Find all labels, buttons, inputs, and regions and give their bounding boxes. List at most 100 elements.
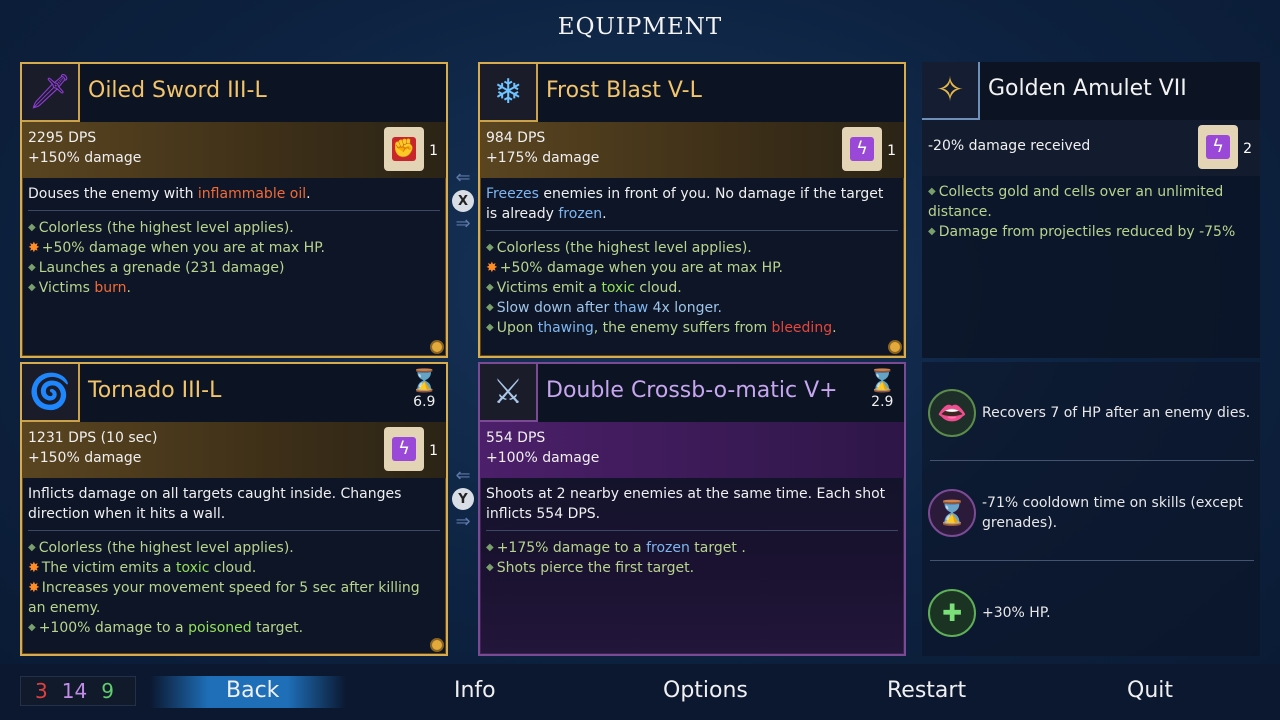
skill-swap-indicator: ⇐ Y ⇒ — [450, 465, 476, 532]
divider — [486, 530, 898, 531]
dps-value: 554 DPS — [486, 430, 546, 446]
divider — [486, 230, 898, 231]
item-description: Freezes enemies in front of you. No dama… — [486, 186, 884, 222]
quit-button[interactable]: Quit — [1127, 678, 1173, 703]
sword-icon: 🗡 — [22, 64, 80, 122]
affix-item: ◆ Colorless (the highest level applies). — [486, 240, 752, 256]
damage-bonus: +150% damage — [28, 450, 142, 466]
cooldown-display: ⌛ 2.9 — [868, 369, 896, 411]
scroll-count: 1 — [429, 443, 438, 459]
tactics-scroll-icon: ϟ2 — [1198, 125, 1252, 169]
affix-item: ✸ +50% damage when you are at max HP. — [486, 260, 783, 276]
skill-card-primary[interactable]: 🌀 Tornado III-L ⌛ 6.9 1231 DPS (10 sec) … — [20, 362, 448, 656]
mutation-item[interactable]: ✚ +30% HP. — [924, 570, 1260, 656]
weapon-swap-indicator: ⇐ X ⇒ — [450, 167, 476, 234]
brutality-scroll-icon: ✊ 1 — [384, 127, 438, 171]
scroll-counters: 3 14 9 — [20, 676, 136, 706]
arrow-left-icon: ⇐ — [455, 465, 471, 486]
fanged-mouth-icon: 👄 — [928, 389, 976, 437]
screen-title: EQUIPMENT — [557, 14, 723, 40]
options-button[interactable]: Options — [663, 678, 748, 703]
lightning-icon: ϟ — [850, 137, 874, 161]
affix-item: ◆ +100% damage to a poisoned target. — [28, 620, 304, 636]
divider — [930, 460, 1254, 461]
affix-item: ✸ The victim emits a toxic cloud. — [28, 560, 257, 576]
tactics-scroll-icon: ϟ1 — [842, 127, 896, 171]
item-description: Inflicts damage on all targets caught in… — [28, 486, 402, 522]
affix-item: ◆ Shots pierce the first target. — [486, 560, 695, 576]
amulet-card[interactable]: ✧ Golden Amulet VII -20% damage received… — [922, 62, 1260, 358]
affix-list: ◆ +175% damage to a frozen target . ◆ Shot… — [486, 538, 898, 578]
affix-item: ◆ Colorless (the highest level applies). — [28, 220, 294, 236]
lightning-icon: ϟ — [392, 437, 416, 461]
damage-bonus: +150% damage — [28, 150, 142, 166]
damage-bonus: +100% damage — [486, 450, 600, 466]
affix-item: ◆ Collects gold and cells over an unlimit… — [928, 184, 1224, 220]
weapon-card-primary[interactable]: 🗡 Oiled Sword III-L 2295 DPS +150% damag… — [20, 62, 448, 358]
affix-item: ◆ Slow down after thaw 4x longer. — [486, 300, 722, 316]
arrow-right-icon: ⇒ — [455, 213, 471, 234]
affix-list: ◆ Colorless (the highest level applies). … — [28, 218, 440, 298]
cooldown-display: ⌛ 6.9 — [410, 369, 438, 411]
stat-band: 554 DPS +100% damage — [480, 422, 904, 478]
back-button[interactable]: Back — [226, 678, 279, 703]
tornado-icon: 🌀 — [22, 364, 80, 422]
crossbow-turret-icon: ⚔ — [480, 364, 538, 422]
lightning-icon: ϟ — [1206, 135, 1230, 159]
affix-item: ◆ Colorless (the highest level applies). — [28, 540, 294, 556]
cooldown-value: 6.9 — [413, 394, 436, 410]
tactics-count: 14 — [61, 679, 88, 703]
mutation-item[interactable]: 👄 Recovers 7 of HP after an enemy dies. — [924, 370, 1260, 456]
item-description: Shoots at 2 nearby enemies at the same t… — [486, 486, 886, 522]
item-name: Frost Blast V-L — [546, 78, 702, 103]
info-button[interactable]: Info — [454, 678, 496, 703]
item-name: Tornado III-L — [88, 378, 222, 403]
dps-value: 1231 DPS (10 sec) — [28, 430, 158, 446]
damage-bonus: +175% damage — [486, 150, 600, 166]
survival-count: 9 — [101, 679, 114, 703]
scroll-count: 1 — [887, 143, 896, 159]
hourglass-icon: ⌛ — [410, 369, 438, 394]
affix-item: ◆ Victims burn. — [28, 280, 131, 296]
y-button-icon: Y — [452, 488, 474, 510]
dps-value: 2295 DPS — [28, 130, 97, 146]
stat-band: 1231 DPS (10 sec) +150% damage ϟ1 — [22, 422, 446, 478]
skill-card-secondary[interactable]: ⚔ Double Crossb-o-matic V+ ⌛ 2.9 554 DPS… — [478, 362, 906, 656]
scroll-count: 2 — [1243, 141, 1252, 157]
x-button-icon: X — [452, 190, 474, 212]
frost-blast-icon: ❄ — [480, 64, 538, 122]
divider — [930, 560, 1254, 561]
scroll-count: 1 — [429, 143, 438, 159]
affix-list: ◆ Colorless (the highest level applies). … — [28, 538, 440, 638]
stat-band: -20% damage received ϟ2 — [922, 120, 1260, 176]
legendary-gem-icon — [888, 340, 902, 354]
affix-item: ◆ Damage from projectiles reduced by -75% — [928, 224, 1236, 240]
mutation-text: +30% HP. — [982, 605, 1051, 621]
affix-list: ◆ Colorless (the highest level applies). … — [486, 238, 898, 338]
arrow-left-icon: ⇐ — [455, 167, 471, 188]
arrow-right-icon: ⇒ — [455, 511, 471, 532]
affix-item: ◆ +175% damage to a frozen target . — [486, 540, 746, 556]
item-description: Douses the enemy with inflammable oil. — [28, 186, 311, 202]
affix-item: ◆ Victims emit a toxic cloud. — [486, 280, 682, 296]
item-name: Oiled Sword III-L — [88, 78, 267, 103]
affix-item: ◆ Upon thawing, the enemy suffers from bl… — [486, 320, 837, 336]
hourglass-icon: ⌛ — [928, 489, 976, 537]
cooldown-value: 2.9 — [871, 394, 894, 410]
stat-band: 984 DPS +175% damage ϟ1 — [480, 122, 904, 178]
mutation-item[interactable]: ⌛ -71% cooldown time on skills (except g… — [924, 470, 1260, 556]
divider — [28, 210, 440, 211]
amulet-icon: ✧ — [922, 62, 980, 120]
tactics-scroll-icon: ϟ1 — [384, 427, 438, 471]
divider — [28, 530, 440, 531]
affix-item: ◆ Launches a grenade (231 damage) — [28, 260, 285, 276]
legendary-gem-icon — [430, 638, 444, 652]
restart-button[interactable]: Restart — [887, 678, 966, 703]
fist-icon: ✊ — [392, 137, 416, 161]
legendary-gem-icon — [430, 340, 444, 354]
weapon-card-secondary[interactable]: ❄ Frost Blast V-L 984 DPS +175% damage ϟ… — [478, 62, 906, 358]
stat-band: 2295 DPS +150% damage ✊ 1 — [22, 122, 446, 178]
brutality-count: 3 — [35, 679, 48, 703]
mutation-text: Recovers 7 of HP after an enemy dies. — [982, 405, 1251, 421]
hourglass-icon: ⌛ — [868, 369, 896, 394]
